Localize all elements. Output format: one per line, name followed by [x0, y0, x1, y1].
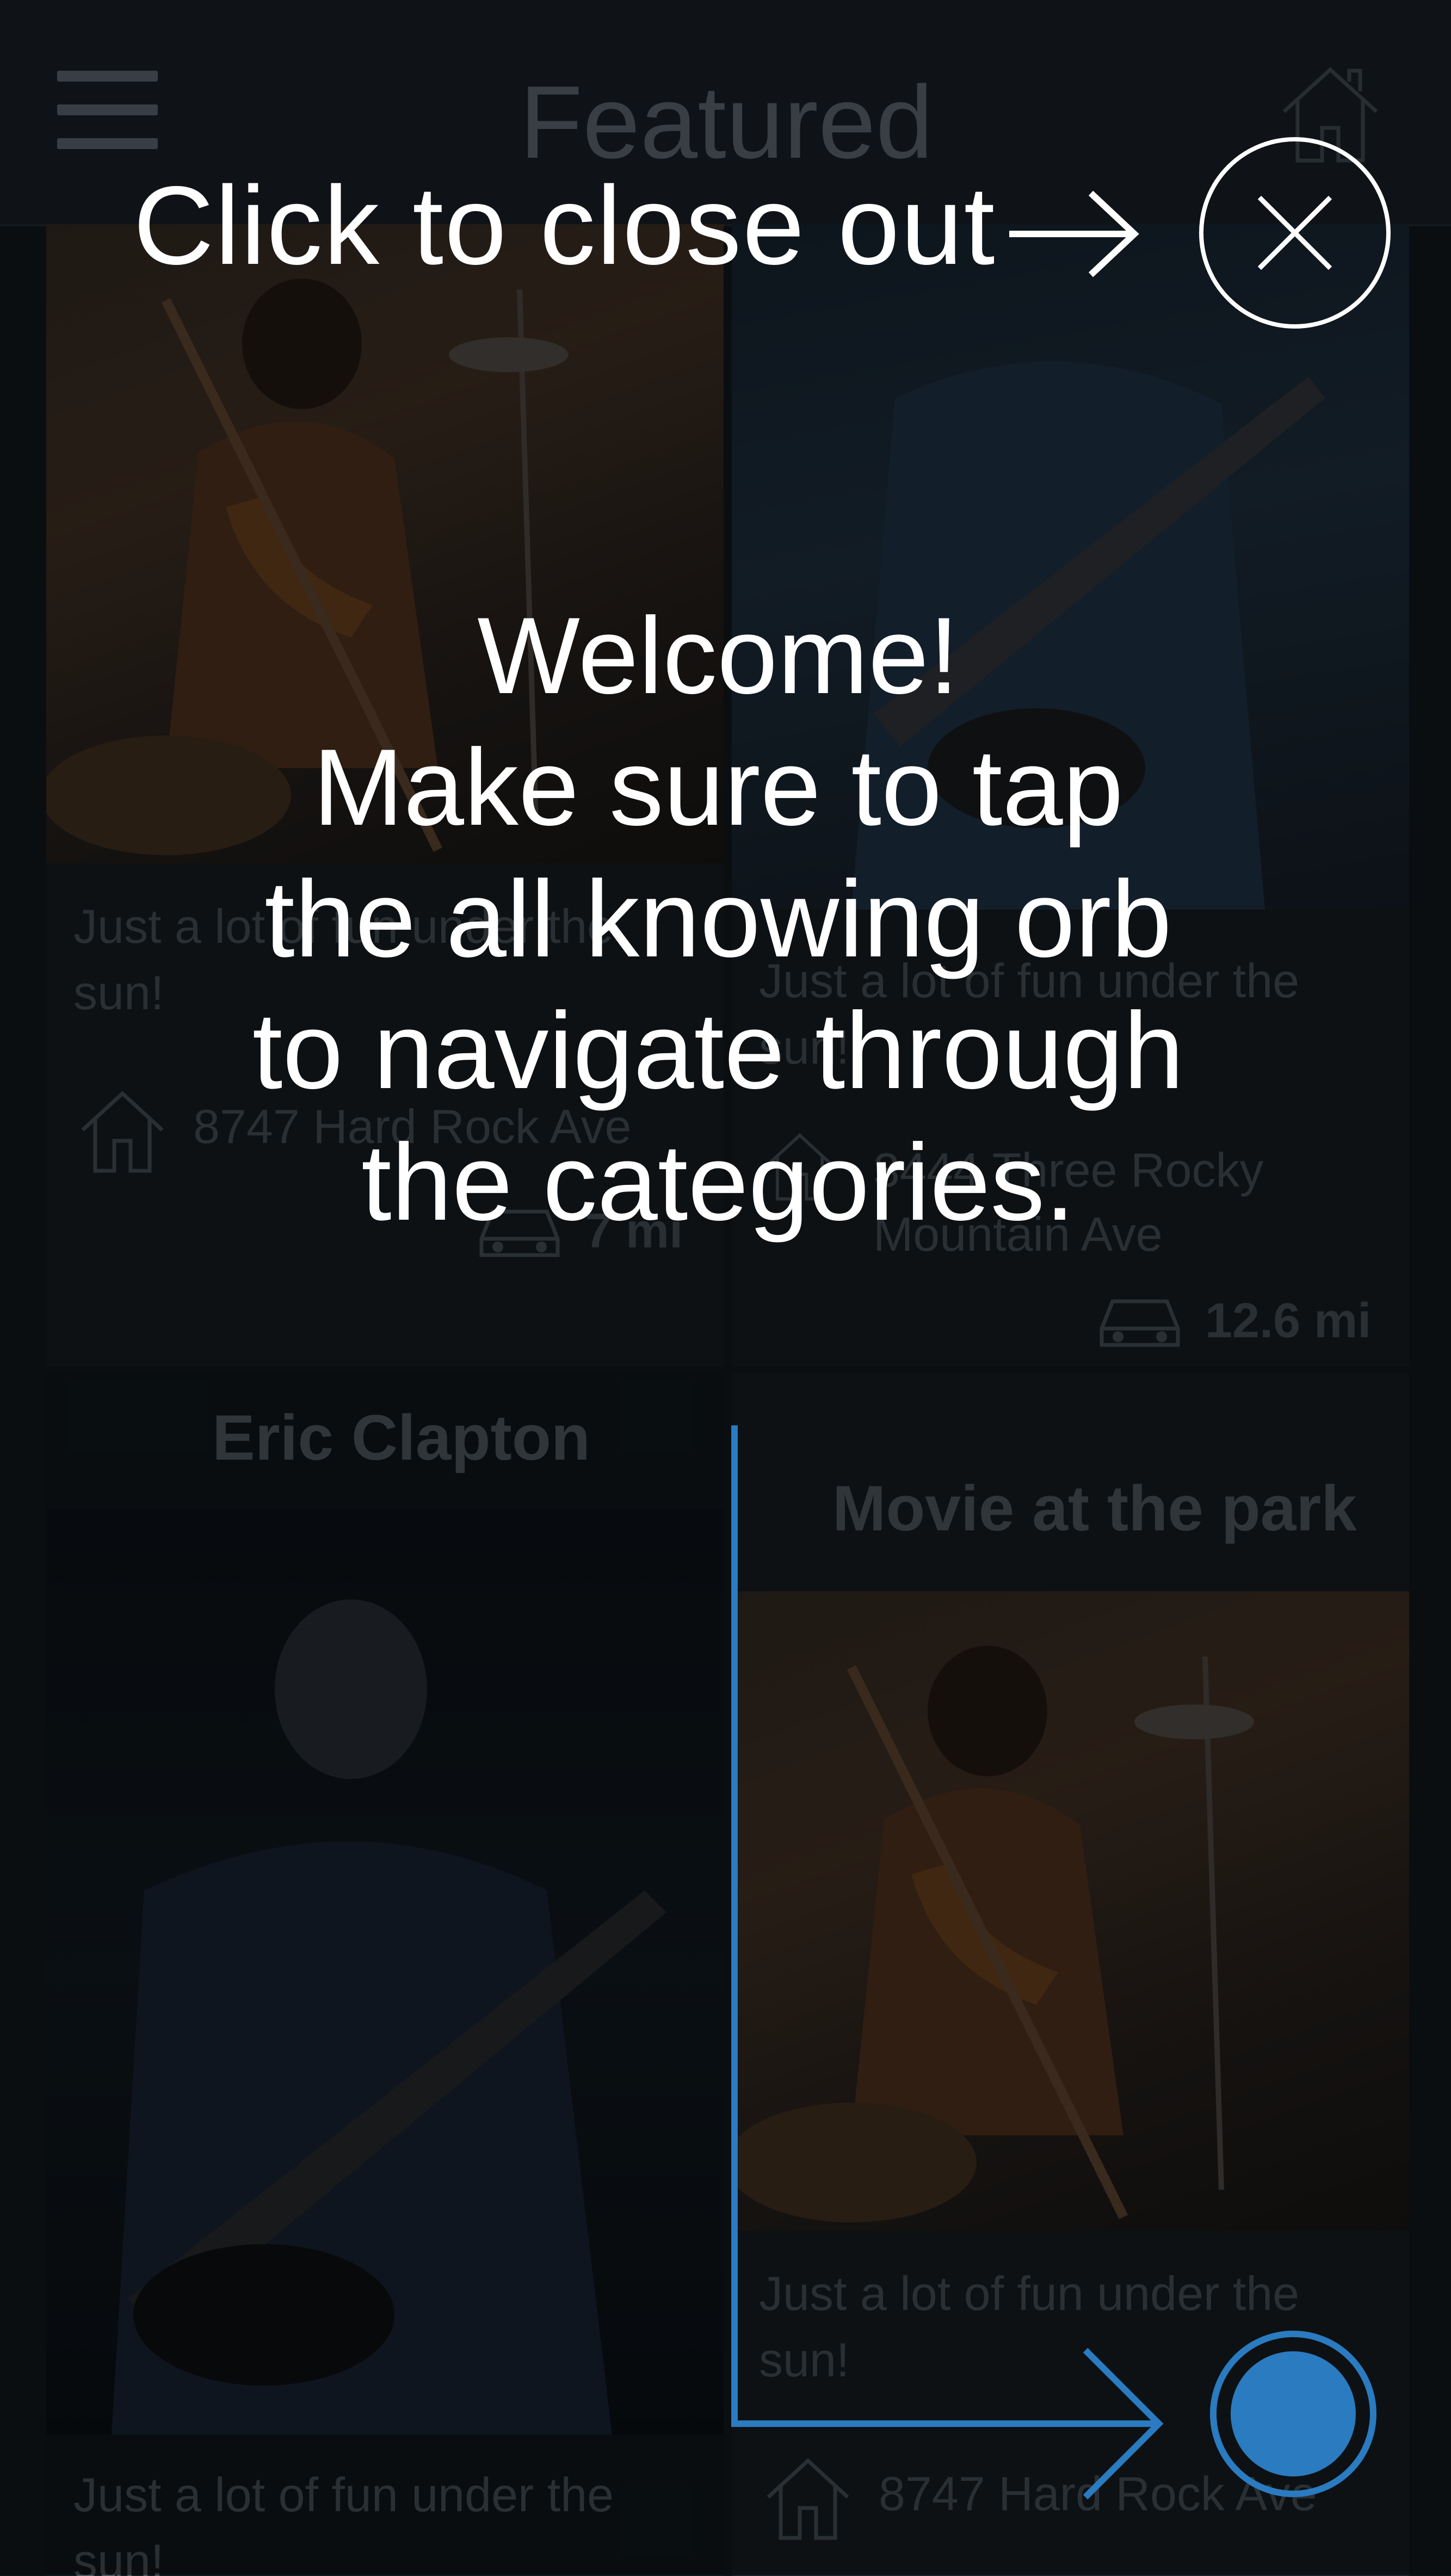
guide-line-arrow: [731, 1425, 1164, 2500]
onboarding-overlay[interactable]: Click to close out Welcome! Make sure to…: [0, 0, 1451, 2575]
orb-button-icon[interactable]: [1209, 2330, 1378, 2498]
